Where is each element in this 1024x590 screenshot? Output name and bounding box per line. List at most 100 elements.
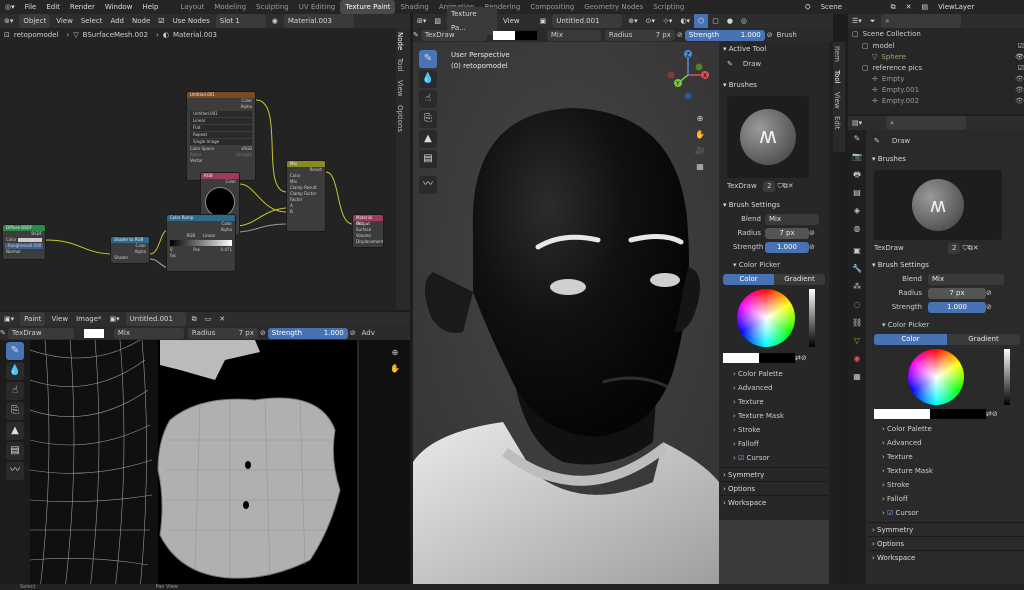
material-tab-icon[interactable]: ◉	[852, 354, 862, 364]
falloff-subpanel[interactable]: › Falloff	[719, 437, 829, 451]
brush-preview[interactable]: ʍ	[874, 170, 1002, 240]
tab-sculpting[interactable]: Sculpting	[251, 0, 294, 14]
clone-brush-icon[interactable]: ⎘	[419, 110, 437, 128]
primary-color-swatch[interactable]	[723, 353, 759, 363]
radius-field[interactable]: 7 px	[928, 287, 986, 299]
rgb-color-wheel[interactable]	[205, 187, 235, 217]
pressure-icon[interactable]: ⊘	[986, 289, 992, 297]
strength-field[interactable]: 1.000	[765, 241, 809, 253]
pressure-icon[interactable]: ⊘	[809, 229, 815, 237]
socket-b[interactable]: B	[287, 209, 325, 215]
tab-item[interactable]: Item	[833, 42, 841, 66]
color-wheel[interactable]	[737, 289, 795, 347]
copy-icon[interactable]: ⧉	[886, 0, 901, 14]
radius-field[interactable]: Radius 7 px	[604, 29, 675, 41]
pivot-icon[interactable]: ⊙▾	[642, 14, 659, 28]
color-picker-header[interactable]: ▾ Color Picker	[719, 258, 829, 272]
brush-name[interactable]: TexDraw	[727, 182, 761, 190]
brush-color-swatch[interactable]	[83, 328, 104, 338]
brush-icon[interactable]: ✎	[0, 329, 6, 337]
menu-file[interactable]: File	[20, 0, 42, 14]
secondary-color-swatch[interactable]	[514, 30, 537, 40]
viewport-scene[interactable]	[413, 42, 719, 590]
strength-field[interactable]: Strength 1.000	[684, 29, 765, 41]
eye-icon[interactable]: 👁	[1015, 75, 1024, 83]
texture-subpanel[interactable]: › Texture	[719, 395, 829, 409]
new-image-icon[interactable]: ⧉	[188, 312, 201, 326]
secondary-color-swatch[interactable]	[930, 409, 986, 419]
tab-geometry-nodes[interactable]: Geometry Nodes	[579, 0, 648, 14]
gizmo-icon[interactable]: ⊕▾	[624, 14, 641, 28]
color-picker-header[interactable]: ▾ Color Picker	[868, 318, 1024, 332]
ramp-interp[interactable]: Linear	[203, 233, 215, 239]
brush-preview[interactable]: ʍ	[727, 96, 809, 178]
symmetry-header[interactable]: › Symmetry	[719, 467, 829, 481]
image-editor[interactable]: ▣▾ Paint View Image* ▣▾ Untitled.001 ⧉ ▭…	[0, 312, 410, 590]
roughness-value[interactable]: 0.500	[30, 243, 41, 249]
grid-icon[interactable]: ▦	[695, 162, 705, 172]
interp-field[interactable]: Linear	[190, 118, 252, 124]
tab-color[interactable]: Color	[874, 334, 947, 345]
mask-brush-icon[interactable]: ▤	[419, 150, 437, 168]
close-icon[interactable]: ✕	[788, 182, 794, 190]
radius-value[interactable]: 7 px	[239, 328, 254, 339]
material-preview-icon[interactable]: ◎	[737, 14, 751, 28]
strength-value[interactable]: 1.000	[741, 30, 761, 41]
fill-brush-icon[interactable]: ▲	[419, 130, 437, 148]
outliner-item[interactable]: ▢ reference pics ☑	[848, 62, 1024, 73]
primary-color-swatch[interactable]	[874, 409, 930, 419]
scene-collection-row[interactable]: ▢ Scene Collection	[848, 28, 1024, 40]
cursor-subpanel[interactable]: › ☑ Cursor	[868, 506, 1024, 520]
mask-brush-icon[interactable]: ▤	[6, 442, 24, 460]
brush-menu[interactable]: Brush	[773, 31, 797, 39]
smear-brush-icon[interactable]: ☝	[419, 90, 437, 108]
blend-dropdown[interactable]: Mix	[765, 213, 819, 225]
strength-value[interactable]: 1.000	[324, 328, 344, 339]
eye-icon[interactable]: 👁	[1015, 86, 1024, 94]
material-output-node[interactable]: Material Output All Surface Volume Displ…	[352, 214, 384, 248]
active-tool-row[interactable]: ✎ Draw	[868, 130, 1024, 152]
draw-brush-icon[interactable]: ✎	[419, 50, 437, 68]
viewport-menu-view[interactable]: View	[499, 14, 524, 28]
menu-edit[interactable]: Edit	[41, 0, 65, 14]
value-slider[interactable]	[809, 289, 815, 347]
soften-brush-icon[interactable]: 💧	[6, 362, 24, 380]
object-tab-icon[interactable]: ▣	[852, 246, 862, 256]
brush-settings-header[interactable]: ▾ Brush Settings	[719, 198, 829, 212]
outliner-item[interactable]: ▽ Sphere 👁	[848, 51, 1024, 62]
menu-render[interactable]: Render	[65, 0, 100, 14]
shader-to-rgb-node[interactable]: Shader to RGB Color Alpha Shader	[110, 236, 150, 264]
strength-field[interactable]: 1.000	[928, 301, 986, 313]
advanced-menu[interactable]: Adv	[356, 329, 375, 337]
primary-color-swatch[interactable]	[492, 30, 515, 40]
eye-icon[interactable]: 👁	[1015, 97, 1024, 105]
editor-type-icon[interactable]: ⊞▾	[413, 14, 430, 28]
paint-mode-dropdown[interactable]: Paint	[20, 312, 46, 326]
editor-type-icon[interactable]: ☰▾	[848, 14, 866, 28]
brush-name-field[interactable]: TexDraw	[420, 29, 487, 41]
image-field[interactable]: Untitled.001	[190, 111, 252, 117]
image-menu-view[interactable]: View	[47, 312, 72, 326]
tab-edit[interactable]: Edit	[833, 112, 841, 134]
diffuse-bsdf-node[interactable]: Diffuse BSDF BSDF Color Roughness 0.500 N…	[2, 224, 46, 260]
brush-icon[interactable]: ✎	[413, 31, 419, 39]
outliner-item[interactable]: ✛ Empty 👁	[848, 73, 1024, 84]
blender-logo-icon[interactable]: ◎▾	[0, 0, 20, 14]
hand-icon[interactable]: ✋	[695, 130, 705, 140]
brushes-header[interactable]: ▾ Brushes	[868, 152, 1024, 166]
node-editor[interactable]: ⊚▾ Object View Select Add Node ☑ Use Nod…	[0, 14, 410, 310]
annotate-icon[interactable]: 〰	[6, 462, 24, 480]
eye-icon[interactable]: 👁	[1015, 53, 1024, 61]
socket-normal[interactable]: Normal	[3, 249, 45, 255]
options-header[interactable]: › Options	[868, 536, 1024, 550]
color-swatch[interactable]	[18, 238, 42, 242]
view-layer-tab-icon[interactable]: ▤	[852, 188, 862, 198]
menu-window[interactable]: Window	[100, 0, 138, 14]
image-menu-image[interactable]: Image*	[72, 312, 105, 326]
smear-brush-icon[interactable]: ☝	[6, 382, 24, 400]
color-wheel[interactable]	[908, 349, 964, 405]
snap-icon[interactable]: ⊹▾	[659, 14, 676, 28]
checkbox-icon[interactable]: ☑	[1018, 64, 1024, 72]
menu-help[interactable]: Help	[137, 0, 163, 14]
properties-search-input[interactable]: ⌕	[886, 116, 967, 130]
